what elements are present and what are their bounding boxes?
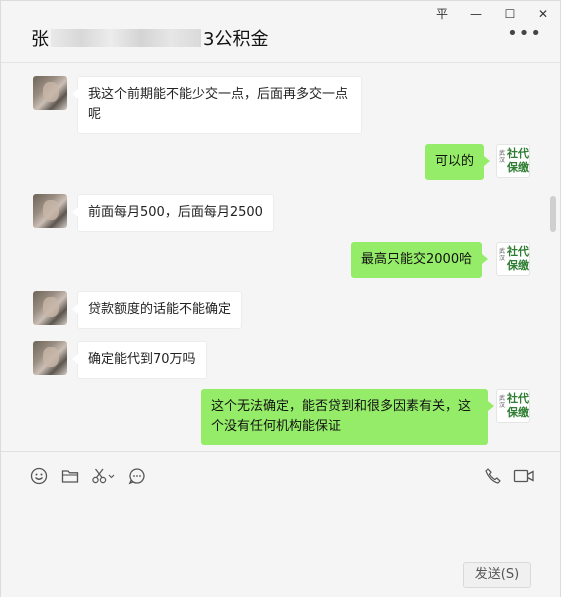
self-avatar[interactable]: 武汉 社代 保缴	[496, 144, 530, 178]
self-avatar-line3: 保缴	[507, 161, 529, 174]
close-button[interactable]: ✕	[532, 5, 554, 23]
emoji-icon[interactable]	[29, 466, 49, 486]
message-bubble-incoming: 前面每月500，后面每月2500	[72, 194, 274, 232]
phone-icon[interactable]	[483, 466, 503, 486]
message-bubble-incoming: 我这个前期能不能少交一点，后面再多交一点呢	[72, 76, 362, 134]
folder-icon[interactable]	[60, 466, 80, 486]
self-avatar-line1: 武汉	[499, 150, 506, 164]
contact-avatar[interactable]	[33, 341, 67, 375]
video-icon[interactable]	[513, 466, 535, 486]
self-avatar-line3: 保缴	[507, 406, 529, 419]
chat-history-icon[interactable]	[127, 466, 147, 486]
chat-title: 张 3公积金	[31, 25, 268, 51]
send-button[interactable]: 发送(S)	[463, 562, 531, 588]
self-avatar-line2: 社代	[507, 392, 529, 405]
message-bubble-outgoing: 可以的	[425, 144, 491, 180]
contact-avatar[interactable]	[33, 291, 67, 325]
contact-avatar[interactable]	[33, 194, 67, 228]
self-avatar-line1: 武汉	[499, 248, 506, 262]
self-avatar[interactable]: 武汉 社代 保缴	[496, 242, 530, 276]
scrollbar-thumb[interactable]	[550, 196, 556, 232]
contact-avatar[interactable]	[33, 76, 67, 110]
self-avatar-line3: 保缴	[507, 259, 529, 272]
chat-title-prefix: 张	[31, 29, 49, 50]
chat-title-suffix: 3公积金	[203, 29, 269, 50]
chat-window: 张 3公积金 平 — ☐ ✕ ••• 我这个前期能不能少交一点，后面再多交一点呢…	[0, 0, 561, 597]
redacted-name	[51, 29, 201, 47]
scissors-icon[interactable]	[91, 466, 117, 486]
message-list[interactable]: 我这个前期能不能少交一点，后面再多交一点呢 可以的 武汉 社代 保缴 前面每月5…	[1, 64, 560, 450]
maximize-button[interactable]: ☐	[499, 5, 521, 23]
self-avatar-line2: 社代	[507, 245, 529, 258]
message-bubble-outgoing: 这个无法确定，能否贷到和很多因素有关，这个没有任何机构能保证	[201, 389, 494, 445]
input-area[interactable]: 发送(S)	[1, 451, 560, 597]
self-avatar-line2: 社代	[507, 147, 529, 160]
title-bar: 张 3公积金 平 — ☐ ✕ •••	[1, 1, 560, 63]
self-avatar[interactable]: 武汉 社代 保缴	[496, 389, 530, 423]
message-bubble-incoming: 确定能代到70万吗	[72, 341, 207, 379]
minimize-button[interactable]: —	[465, 5, 487, 23]
self-avatar-line1: 武汉	[499, 395, 506, 409]
message-bubble-incoming: 贷款额度的话能不能确定	[71, 291, 243, 329]
more-options-button[interactable]: •••	[507, 25, 542, 43]
message-bubble-outgoing: 最高只能交2000哈	[351, 242, 489, 278]
pin-button[interactable]: 平	[431, 5, 453, 23]
